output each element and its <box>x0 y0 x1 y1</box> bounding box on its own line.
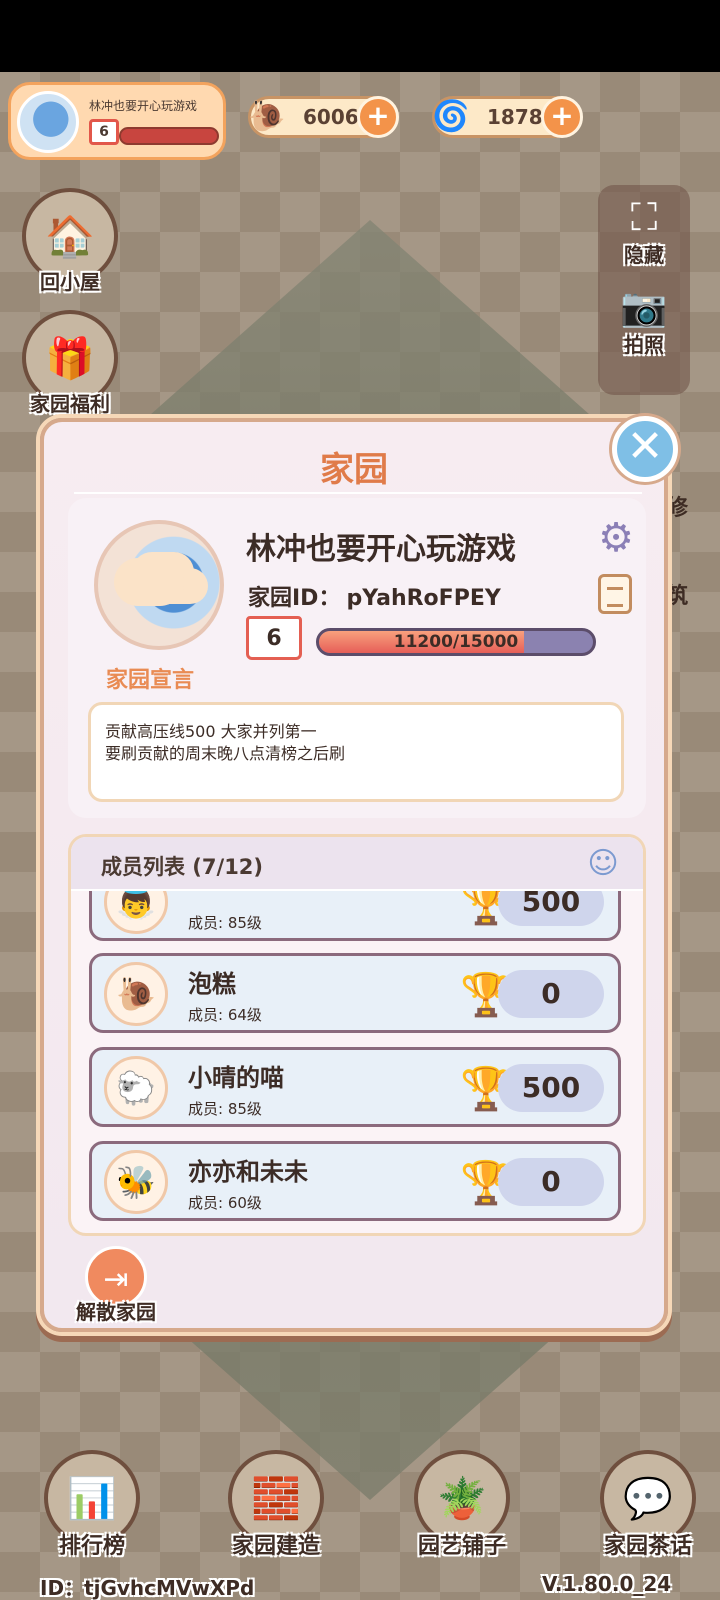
right-tool-rail: ⛶ 隐藏 📷 拍照 <box>598 185 690 395</box>
garden-build-label: 家园建造 <box>231 1534 320 1559</box>
dissolve-garden-button[interactable]: ⇥ 解散家园 <box>58 1246 174 1325</box>
cloud-icon <box>114 558 184 606</box>
decorate-label-partial: 修 <box>666 496 689 521</box>
member-score: 500 <box>498 891 604 926</box>
photo-button[interactable]: 📷 拍照 <box>598 285 690 358</box>
garden-chat-button[interactable]: 💬 家园茶话 <box>588 1450 708 1560</box>
angel-avatar-icon: 👼 <box>104 891 168 934</box>
manifesto-label: 家园宣言 <box>106 668 195 693</box>
snail-avatar-icon: 🐌 <box>104 962 168 1026</box>
member-list-title: 成员列表 (7/12) <box>101 855 264 879</box>
snail-coin-icon: 🐌 <box>248 98 286 134</box>
bee-avatar-icon: 🐝 <box>104 1150 168 1214</box>
dialog-title: 家园 <box>320 450 388 490</box>
garden-id-label: 家园ID： <box>248 586 341 611</box>
add-gems-button[interactable]: + <box>541 96 583 138</box>
sheep-avatar-icon: 🐑 <box>104 1056 168 1120</box>
member-list-panel: 成员列表 (7/12) ☺ 👼 成员: 85级 🏆 500 🐌 泡糕 成员: 6… <box>68 834 646 1236</box>
camera-icon: 📷 <box>620 285 668 329</box>
member-level: 成员: 85级 <box>188 914 262 932</box>
garden-info-card: 家园宣言 林冲也要开心玩游戏 ⚙ 家园ID： pYahRoFPEY 6 11200… <box>68 498 646 818</box>
member-row[interactable]: 👼 成员: 85级 🏆 500 <box>89 891 621 941</box>
garden-welfare-button[interactable]: 🎁 家园福利 <box>14 310 126 417</box>
dissolve-garden-label: 解散家园 <box>76 1300 156 1324</box>
member-list-header: 成员列表 (7/12) ☺ <box>71 837 643 891</box>
garden-xp-bar: 11200/15000 <box>316 628 596 656</box>
member-name: 泡糕 <box>188 970 236 998</box>
xp-text: 11200/15000 <box>393 632 519 652</box>
back-to-house-label: 回小屋 <box>40 270 100 294</box>
player-profile-chip[interactable]: 林冲也要开心玩游戏 6 <box>8 82 226 160</box>
member-level: 成员: 60级 <box>188 1194 262 1212</box>
hide-label: 隐藏 <box>624 243 664 267</box>
garden-welfare-label: 家园福利 <box>30 392 110 416</box>
close-icon: ✕ <box>626 421 664 472</box>
member-score: 0 <box>498 970 604 1018</box>
close-button[interactable]: ✕ <box>612 416 678 482</box>
member-level: 成员: 64级 <box>188 1006 262 1024</box>
swirl-gem-icon: 🌀 <box>432 98 470 134</box>
add-coins-button[interactable]: + <box>357 96 399 138</box>
manifesto-box: 贡献高压线500 大家并列第一 要刷贡献的周末晚八点清榜之后刷 <box>88 702 624 802</box>
garden-dialog: 家园 ✕ 家园宣言 林冲也要开心玩游戏 ⚙ 家园ID： pYahRoFPEY 6 … <box>40 416 678 1332</box>
hide-button[interactable]: ⛶ 隐藏 <box>598 195 690 268</box>
member-name: 亦亦和未未 <box>188 1158 308 1186</box>
player-name: 林冲也要开心玩游戏 <box>89 99 198 113</box>
member-name: 小晴的喵 <box>188 1064 284 1092</box>
member-list[interactable]: 👼 成员: 85级 🏆 500 🐌 泡糕 成员: 64级 🏆 0 🐑 小晴的喵 … <box>71 891 643 1233</box>
back-to-house-button[interactable]: 🏠 回小屋 <box>18 188 122 295</box>
member-row[interactable]: 🐝 亦亦和未未 成员: 60级 🏆 0 <box>89 1141 621 1221</box>
photo-label: 拍照 <box>624 333 664 357</box>
player-avatar <box>17 91 79 153</box>
invite-member-icon[interactable]: ☺ <box>583 845 623 883</box>
member-level: 成员: 85级 <box>188 1100 262 1118</box>
garden-level-badge: 6 <box>246 616 302 660</box>
version-label: V.1.80.0_24 <box>542 1572 672 1596</box>
gardening-shop-label: 园艺铺子 <box>417 1534 506 1559</box>
title-divider <box>74 492 642 494</box>
copy-icon[interactable] <box>598 574 632 614</box>
player-level-badge: 6 <box>89 119 119 145</box>
garden-build-button[interactable]: 🧱 家园建造 <box>216 1450 336 1560</box>
member-row[interactable]: 🐌 泡糕 成员: 64级 🏆 0 <box>89 953 621 1033</box>
gem-counter: 🌀 18785 + <box>432 96 583 138</box>
ranking-label: 排行榜 <box>58 1534 125 1559</box>
player-xp-bar <box>119 127 219 145</box>
build-label-partial: 筑 <box>666 584 689 609</box>
garden-chat-label: 家园茶话 <box>603 1534 692 1559</box>
garden-id-row: 家园ID： pYahRoFPEY <box>248 580 501 612</box>
manifesto-line: 贡献高压线500 大家并列第一 <box>105 722 317 741</box>
user-id: ID：tjGvhcMVwXPd <box>40 1576 255 1600</box>
ranking-button[interactable]: 📊 排行榜 <box>32 1450 152 1560</box>
gardening-shop-button[interactable]: 🪴 园艺铺子 <box>402 1450 522 1560</box>
member-score: 0 <box>498 1158 604 1206</box>
garden-name: 林冲也要开心玩游戏 <box>246 532 516 567</box>
frame-icon: ⛶ <box>630 195 658 239</box>
member-row[interactable]: 🐑 小晴的喵 成员: 85级 🏆 500 <box>89 1047 621 1127</box>
coin-counter: 🐌 60065 + <box>248 96 399 138</box>
manifesto-line: 要刷贡献的周末晚八点清榜之后刷 <box>105 744 346 763</box>
garden-avatar[interactable] <box>94 520 224 650</box>
garden-id-value: pYahRoFPEY <box>346 586 501 611</box>
member-score: 500 <box>498 1064 604 1112</box>
gear-icon[interactable]: ⚙ <box>594 516 638 560</box>
